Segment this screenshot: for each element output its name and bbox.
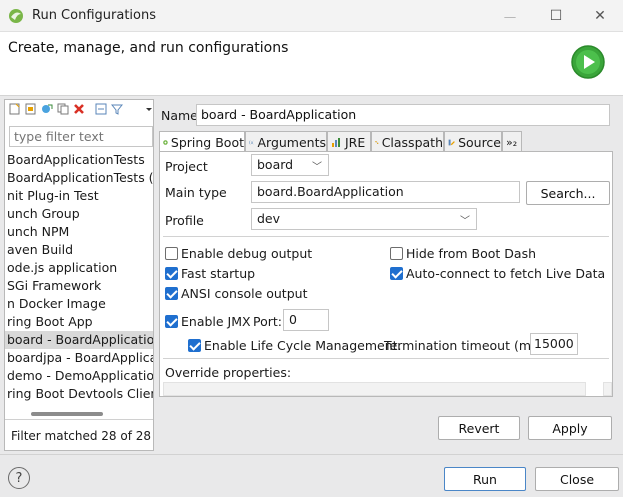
override-properties-area[interactable]: [163, 382, 586, 396]
enable-jmx-label: Enable JMX: [181, 314, 251, 329]
auto-connect-checkbox[interactable]: [390, 267, 403, 280]
close-button[interactable]: Close: [535, 467, 619, 491]
spring-boot-tab-content: Project board ﹀ Main type board.BoardApp…: [159, 151, 613, 397]
dialog-header-title: Create, manage, and run configurations: [8, 40, 289, 56]
divider: [163, 358, 609, 359]
tab-label: JRE: [345, 134, 366, 150]
termination-timeout-field[interactable]: 15000: [530, 333, 578, 355]
jre-icon: [332, 137, 340, 147]
main-type-field[interactable]: board.BoardApplication: [251, 181, 520, 203]
override-properties-label: Override properties:: [165, 365, 292, 380]
config-list-item[interactable]: nit Plug-in Test: [5, 187, 153, 205]
project-value: board: [257, 157, 294, 172]
filter-input[interactable]: [9, 126, 153, 147]
horizontal-scrollbar[interactable]: [31, 412, 103, 416]
config-list-item[interactable]: unch NPM: [5, 223, 153, 241]
chevron-down-icon: ﹀: [460, 216, 470, 227]
config-list-item[interactable]: ring Boot App: [5, 313, 153, 331]
profile-combo[interactable]: dev ﹀: [251, 208, 477, 230]
new-config-icon[interactable]: [9, 103, 21, 115]
export-icon[interactable]: [41, 103, 53, 115]
new-prototype-icon[interactable]: [25, 103, 37, 115]
profile-value: dev: [257, 211, 281, 226]
source-icon: [448, 139, 455, 145]
enable-jmx-checkbox[interactable]: [165, 315, 178, 328]
divider: [163, 236, 609, 237]
tab-spring-boot[interactable]: Spring Boot: [159, 131, 245, 153]
fast-startup-checkbox[interactable]: [165, 267, 178, 280]
tab-label: Arguments: [257, 134, 326, 150]
collapse-all-icon[interactable]: [95, 103, 107, 115]
configuration-list-panel: BoardApplicationTests BoardApplicationTe…: [4, 99, 154, 451]
eclipse-app-icon: [9, 9, 23, 23]
minimize-icon: —: [503, 8, 517, 24]
tab-label: Spring Boot: [170, 135, 244, 150]
maximize-icon: ☐: [549, 8, 563, 24]
search-button[interactable]: Search...: [526, 181, 610, 205]
maximize-button[interactable]: ☐: [533, 2, 579, 30]
duplicate-icon[interactable]: [57, 103, 69, 115]
window-title: Run Configurations: [32, 8, 156, 23]
life-cycle-checkbox[interactable]: [188, 339, 201, 352]
footer-divider: [0, 454, 623, 455]
name-field[interactable]: board - BoardApplication: [196, 104, 610, 126]
project-label: Project: [165, 159, 208, 174]
tab-more[interactable]: »₂: [502, 131, 522, 152]
config-list-item[interactable]: unch Group: [5, 205, 153, 223]
tab-source[interactable]: Source: [444, 131, 502, 152]
minimize-button[interactable]: —: [487, 2, 533, 30]
config-list-item[interactable]: ode.js application: [5, 259, 153, 277]
fast-startup-label: Fast startup: [181, 266, 256, 281]
project-combo[interactable]: board ﹀: [251, 154, 329, 176]
hide-boot-dash-label: Hide from Boot Dash: [406, 246, 536, 261]
chevron-down-icon: ﹀: [312, 162, 322, 173]
config-list-item[interactable]: ring Boot Devtools Client: [5, 385, 153, 403]
config-list-item[interactable]: n Docker Image: [5, 295, 153, 313]
run-button[interactable]: Run: [444, 467, 526, 491]
apply-button[interactable]: Apply: [528, 416, 612, 440]
run-icon: [571, 45, 605, 79]
config-list-item[interactable]: aven Build: [5, 241, 153, 259]
help-icon[interactable]: ?: [8, 467, 30, 489]
filter-icon[interactable]: [111, 103, 123, 115]
arguments-icon: (x): [249, 140, 254, 146]
view-menu-icon[interactable]: [144, 103, 154, 115]
main-type-label: Main type: [165, 185, 227, 200]
port-field[interactable]: 0: [283, 309, 329, 331]
filter-status-text: Filter matched 28 of 28 ite: [5, 419, 153, 450]
config-list-item[interactable]: BoardApplicationTests: [5, 151, 153, 169]
ansi-console-checkbox[interactable]: [165, 287, 178, 300]
auto-connect-label: Auto-connect to fetch Live Data: [406, 266, 606, 281]
vertical-scrollbar[interactable]: [603, 382, 612, 396]
more-tabs-icon: »₂: [506, 135, 518, 149]
config-list-item-selected[interactable]: board - BoardApplication: [5, 331, 153, 349]
config-list-item[interactable]: boardjpa - BoardApplicat: [5, 349, 153, 367]
tab-classpath[interactable]: Classpath: [371, 131, 444, 152]
config-list-item[interactable]: demo - DemoApplication: [5, 367, 153, 385]
config-tabs: Spring Boot (x) Arguments JRE Classpath …: [159, 131, 613, 153]
enable-debug-checkbox[interactable]: [165, 247, 178, 260]
close-window-button[interactable]: ✕: [577, 2, 623, 30]
config-list-item[interactable]: BoardApplicationTests (1): [5, 169, 153, 187]
classpath-icon: [375, 140, 379, 144]
profile-label: Profile: [165, 213, 204, 228]
tab-arguments[interactable]: (x) Arguments: [245, 131, 327, 152]
tab-label: Classpath: [381, 134, 443, 150]
svg-text:(x): (x): [249, 140, 254, 146]
tab-label: Source: [458, 134, 501, 150]
spring-boot-icon: [163, 140, 168, 145]
close-icon: ✕: [594, 8, 606, 24]
port-label: Port:: [253, 314, 282, 329]
termination-timeout-label: Termination timeout (ms):: [384, 338, 547, 353]
revert-button[interactable]: Revert: [438, 416, 520, 440]
config-list-item[interactable]: SGi Framework: [5, 277, 153, 295]
hide-boot-dash-checkbox[interactable]: [390, 247, 403, 260]
ansi-console-label: ANSI console output: [181, 286, 308, 301]
life-cycle-label: Enable Life Cycle Management.: [204, 338, 402, 353]
enable-debug-label: Enable debug output: [181, 246, 313, 261]
delete-icon[interactable]: [73, 103, 85, 115]
tab-jre[interactable]: JRE: [327, 131, 371, 152]
